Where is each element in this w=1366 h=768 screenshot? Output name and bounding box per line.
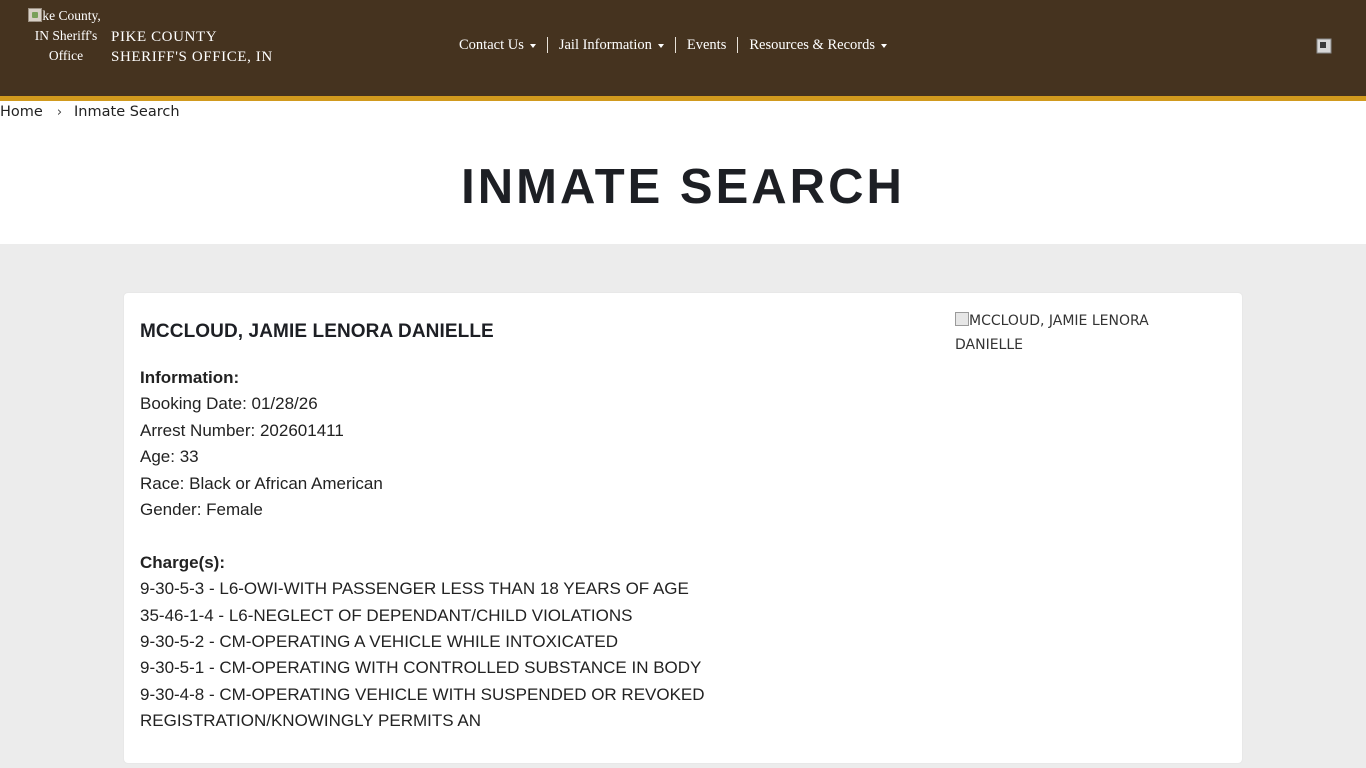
charge-item: 9-30-4-8 - CM-OPERATING VEHICLE WITH SUS… <box>140 684 705 704</box>
breadcrumb-current: Inmate Search <box>74 104 180 120</box>
page-title: INMATE SEARCH <box>461 160 905 214</box>
caret-down-icon <box>529 44 536 48</box>
inmate-card: MCCLOUD, JAMIE LENORA DANIELLE Informati… <box>124 293 1242 763</box>
broken-image-icon <box>28 8 42 22</box>
caret-down-icon <box>880 44 887 48</box>
breadcrumb-home[interactable]: Home <box>0 104 43 120</box>
site-name[interactable]: PIKE COUNTY SHERIFF'S OFFICE, IN <box>111 27 273 67</box>
inmate-photo: MCCLOUD, JAMIE LENORA DANIELLE <box>955 309 1195 357</box>
race: Race: Black or African American <box>140 473 383 493</box>
breadcrumb-separator-icon: › <box>56 104 63 120</box>
charge-item: 9-30-5-2 - CM-OPERATING A VEHICLE WHILE … <box>140 632 618 652</box>
nav-label: Contact Us <box>459 37 524 53</box>
inmate-name: MCCLOUD, JAMIE LENORA DANIELLE <box>140 321 494 342</box>
charge-item: REGISTRATION/KNOWINGLY PERMITS AN <box>140 711 481 731</box>
site-name-line2: SHERIFF'S OFFICE, IN <box>111 49 273 65</box>
photo-alt-text: MCCLOUD, JAMIE LENORA DANIELLE <box>955 313 1149 353</box>
site-header: Pike County, IN Sheriff's Office PIKE CO… <box>0 0 1366 101</box>
age: Age: 33 <box>140 447 199 467</box>
charges-heading: Charge(s): <box>140 552 226 572</box>
nav-label: Jail Information <box>558 37 652 53</box>
site-name-line1: PIKE COUNTY <box>111 29 218 45</box>
search-toggle-icon[interactable] <box>1316 37 1332 57</box>
main-nav: Contact Us Jail Information Events Resou… <box>450 33 898 57</box>
arrest-number: Arrest Number: 202601411 <box>140 420 344 440</box>
inmate-details: Information: Booking Date: 01/28/26 Arre… <box>140 365 705 735</box>
information-heading: Information: <box>140 368 240 387</box>
nav-contact-us[interactable]: Contact Us <box>450 37 547 53</box>
nav-label: Events <box>686 37 727 53</box>
breadcrumb: Home › Inmate Search <box>0 104 180 120</box>
charge-item: 9-30-5-3 - L6-OWI-WITH PASSENGER LESS TH… <box>140 579 689 599</box>
title-area: Home › Inmate Search INMATE SEARCH <box>0 101 1366 244</box>
nav-jail-information[interactable]: Jail Information <box>546 37 675 53</box>
gender: Gender: Female <box>140 500 263 520</box>
charge-item: 35-46-1-4 - L6-NEGLECT OF DEPENDANT/CHIL… <box>140 605 633 625</box>
nav-events[interactable]: Events <box>674 37 737 53</box>
site-logo[interactable]: Pike County, IN Sheriff's Office <box>28 6 104 88</box>
booking-date: Booking Date: 01/28/26 <box>140 394 318 414</box>
charge-item: 9-30-5-1 - CM-OPERATING WITH CONTROLLED … <box>140 658 702 678</box>
nav-resources-records[interactable]: Resources & Records <box>737 37 898 53</box>
broken-image-icon <box>955 312 969 326</box>
caret-down-icon <box>657 44 664 48</box>
nav-label: Resources & Records <box>749 37 875 53</box>
